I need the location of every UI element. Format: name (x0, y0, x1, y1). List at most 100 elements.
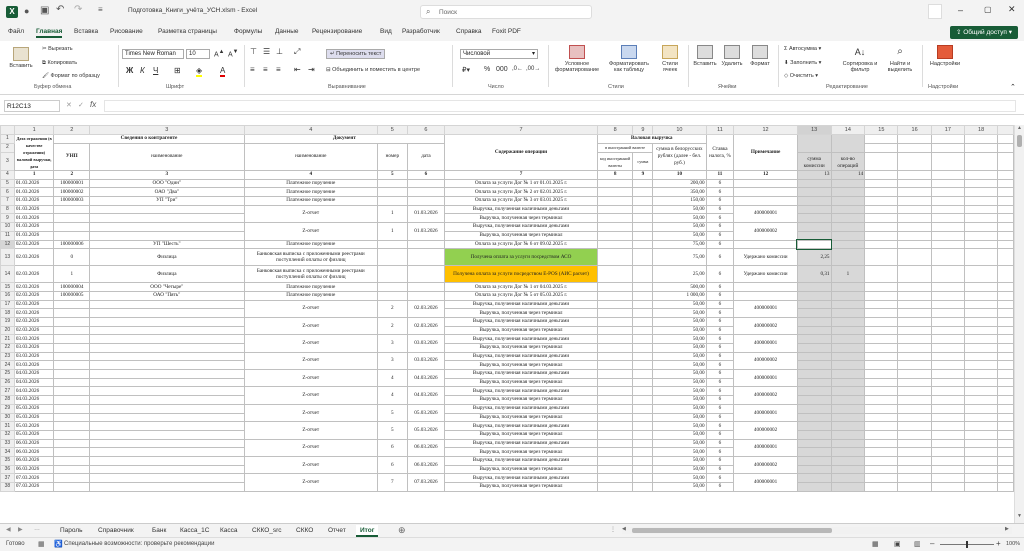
cell-doc-number[interactable]: 2 (377, 316, 408, 336)
cell-operation[interactable]: Выручка, полученная наличными деньгами (444, 386, 598, 397)
cell-note[interactable]: 400000002 (733, 455, 798, 475)
row-header[interactable]: 30 (0, 412, 15, 423)
cell[interactable] (997, 403, 1014, 414)
sheet-tab-active[interactable]: Итог (356, 525, 379, 537)
cell-currency-code[interactable] (596, 482, 634, 492)
zoom-slider[interactable] (940, 541, 994, 548)
cell[interactable] (864, 369, 899, 379)
cell-unp[interactable] (53, 438, 91, 449)
cell[interactable] (864, 421, 899, 431)
cell[interactable] (930, 142, 965, 154)
cell-tax-rate[interactable]: 6 (705, 377, 735, 388)
format-cells-button[interactable]: Формат (746, 45, 774, 67)
cell[interactable] (897, 187, 932, 198)
cell[interactable] (864, 455, 899, 466)
cell-date[interactable]: 06.03.2026 (13, 447, 55, 457)
cell-doc-date[interactable]: 06.03.2026 (406, 455, 446, 475)
cell[interactable] (897, 134, 932, 144)
cell-doc-date[interactable] (406, 290, 446, 301)
cell-amount-byn[interactable]: 75,00 (652, 239, 707, 250)
cell-currency-code[interactable] (596, 421, 634, 431)
cell-tax-rate[interactable]: 6 (705, 222, 735, 232)
cell-note[interactable] (733, 239, 798, 250)
cell[interactable] (796, 134, 832, 153)
minimize-icon[interactable]: – (958, 5, 963, 15)
cell-operation[interactable]: Выручка, полученная наличными деньгами (444, 473, 598, 483)
cell-date[interactable]: 06.03.2026 (13, 464, 55, 475)
cell-commission-sum[interactable] (796, 369, 832, 379)
cell-commission-sum[interactable] (796, 412, 832, 423)
search-box[interactable]: ⌕ Поиск (420, 5, 592, 19)
cell[interactable] (930, 343, 965, 353)
row-header[interactable]: 22 (0, 343, 15, 353)
cell[interactable] (897, 213, 932, 224)
row-header[interactable]: 31 (0, 421, 15, 431)
sort-filter-button[interactable]: A↓ Сортировка и фильтр (840, 45, 880, 73)
cell-ops-count[interactable] (830, 438, 866, 449)
cell-tax-rate[interactable]: 6 (705, 204, 735, 215)
cell[interactable] (963, 196, 999, 206)
cell[interactable] (997, 386, 1014, 397)
cell-operation[interactable]: Выручка, полученная через терминал (444, 464, 598, 475)
cell-currency-code[interactable] (596, 299, 634, 310)
cell-operation[interactable]: Оплата за услуги Дог № 1 от 04.03.2025 г… (444, 282, 598, 292)
currency-icon[interactable]: ₽▾ (462, 66, 470, 74)
cell-ops-count[interactable] (830, 299, 866, 310)
tab-view[interactable]: Вид (380, 28, 392, 35)
cell-date[interactable]: 02.03.2026 (13, 299, 55, 310)
cell-unp[interactable] (53, 230, 91, 241)
cell-amount-byn[interactable]: 50,00 (652, 299, 707, 310)
row-header[interactable]: 10 (0, 222, 15, 232)
column-header[interactable]: 2 (53, 125, 91, 135)
cell-document[interactable]: Платежное поручение (243, 239, 379, 250)
cell[interactable] (864, 299, 899, 310)
cell[interactable] (997, 134, 1014, 144)
row-header[interactable]: 26 (0, 377, 15, 388)
cell-commission-sum[interactable] (796, 290, 832, 301)
cell[interactable] (897, 360, 932, 371)
cell-counterparty[interactable] (89, 222, 245, 232)
cell[interactable] (963, 421, 999, 431)
cell-amount-byn[interactable]: 50,00 (652, 473, 707, 483)
cell[interactable] (930, 334, 965, 344)
cell-currency-code[interactable] (596, 308, 634, 318)
scroll-thumb[interactable] (1017, 135, 1022, 147)
borders-icon[interactable]: ⊞ (174, 66, 181, 75)
cell-tax-rate[interactable]: 6 (705, 325, 735, 336)
cell-amount-byn[interactable]: 50,00 (652, 421, 707, 431)
cell-amount-byn[interactable]: 50,00 (652, 395, 707, 405)
cell[interactable] (997, 282, 1014, 292)
horizontal-scrollbar[interactable]: ◀ ▶ (622, 526, 1012, 534)
cell[interactable] (997, 213, 1014, 224)
cell-amount-byn[interactable]: 50,00 (652, 447, 707, 457)
cell-amount-byn[interactable]: 50,00 (652, 343, 707, 353)
tab-help[interactable]: Справка (456, 28, 482, 35)
cell-currency-code[interactable] (596, 473, 634, 483)
cell-currency-amount[interactable] (632, 187, 654, 198)
cell-operation[interactable]: Выручка, полученная через терминал (444, 377, 598, 388)
cell-doc-number[interactable]: 4 (377, 386, 408, 405)
cell[interactable] (930, 369, 965, 379)
merge-center-button[interactable]: ⊟ Объединить и поместить в центре (326, 67, 420, 73)
sheet-tab[interactable]: Справочник (94, 525, 138, 537)
cell-operation[interactable]: Выручка, полученная через терминал (444, 482, 598, 492)
cell-commission-sum[interactable] (796, 464, 832, 475)
cell[interactable] (997, 438, 1014, 449)
cell-date[interactable]: 07.03.2026 (13, 473, 55, 483)
cell[interactable] (897, 343, 932, 353)
row-header[interactable]: 13 (0, 248, 15, 267)
cell-doc-date[interactable]: 02.03.2026 (406, 316, 446, 336)
tab-insert[interactable]: Вставка (74, 28, 98, 35)
cell-commission-sum[interactable] (796, 421, 832, 431)
row-header[interactable]: 9 (0, 213, 15, 224)
cell-currency-amount[interactable] (632, 455, 654, 466)
cell-counterparty[interactable]: УП "Шесть" (89, 239, 245, 250)
cell[interactable] (864, 134, 899, 144)
sheet-tab[interactable]: Касса (216, 525, 242, 537)
cell-operation[interactable]: Выручка, полученная через терминал (444, 213, 598, 224)
conditional-formatting-button[interactable]: Условное форматирование (554, 45, 600, 73)
cell-tax-rate[interactable]: 6 (705, 403, 735, 414)
cell-unp[interactable] (53, 464, 91, 475)
percent-icon[interactable]: % (484, 66, 490, 73)
cell-doc-date[interactable]: 06.03.2026 (406, 438, 446, 457)
